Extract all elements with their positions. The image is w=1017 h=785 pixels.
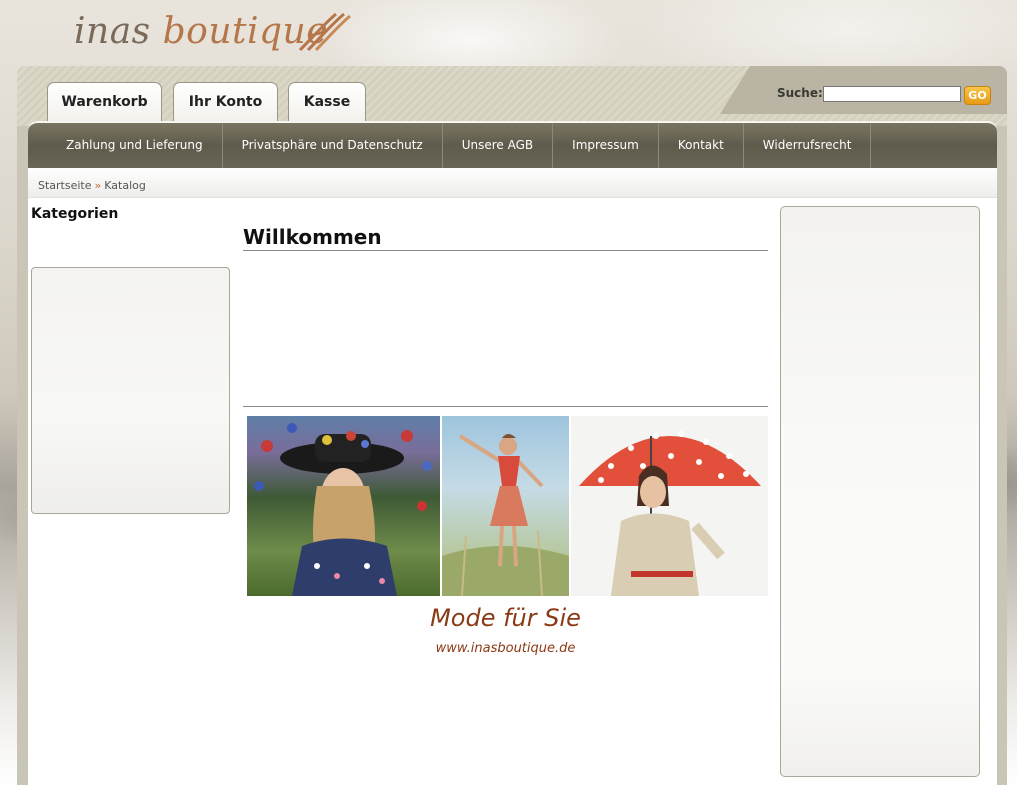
- nav-agb[interactable]: Unsere AGB: [443, 123, 554, 168]
- tab-kasse[interactable]: Kasse: [288, 82, 366, 122]
- breadcrumb-separator: »: [94, 179, 102, 192]
- divider: [243, 406, 768, 407]
- nav-zahlung-und-lieferung[interactable]: Zahlung und Lieferung: [46, 123, 223, 168]
- breadcrumb-home-link[interactable]: Startseite: [38, 179, 92, 192]
- logo-word-inas: inas: [74, 11, 151, 52]
- breadcrumb-current-link[interactable]: Katalog: [104, 179, 146, 192]
- right-sidebar-box: [780, 206, 980, 777]
- search-go-button[interactable]: GO: [964, 86, 991, 105]
- tagline: Mode für Sie: [430, 604, 581, 632]
- fashion-photo-red-dress: [442, 416, 569, 596]
- search-input[interactable]: [823, 86, 961, 102]
- feather-logo-icon: [298, 12, 351, 52]
- breadcrumb: Startseite» Katalog: [28, 168, 997, 198]
- tab-ihr-konto[interactable]: Ihr Konto: [173, 82, 278, 122]
- site-logo[interactable]: inas boutique: [74, 8, 328, 56]
- nav-widerrufsrecht[interactable]: Widerrufsrecht: [744, 123, 872, 168]
- nav-privatsphaere[interactable]: Privatsphäre und Datenschutz: [223, 123, 443, 168]
- website-url[interactable]: www.inasboutique.de: [243, 641, 768, 656]
- fashion-photo-flower-hat: [247, 416, 440, 596]
- categories-box: [31, 267, 230, 514]
- main-navigation: Zahlung und Lieferung Privatsphäre und D…: [28, 121, 997, 168]
- fashion-photo-umbrella: [571, 416, 768, 596]
- page-title: Willkommen: [243, 225, 768, 251]
- content-area: Zahlung und Lieferung Privatsphäre und D…: [28, 121, 997, 785]
- search-label: Suche:: [777, 86, 823, 100]
- nav-kontakt[interactable]: Kontakt: [659, 123, 744, 168]
- categories-heading: Kategorien: [31, 206, 119, 222]
- nav-impressum[interactable]: Impressum: [553, 123, 659, 168]
- tab-warenkorb[interactable]: Warenkorb: [47, 82, 162, 122]
